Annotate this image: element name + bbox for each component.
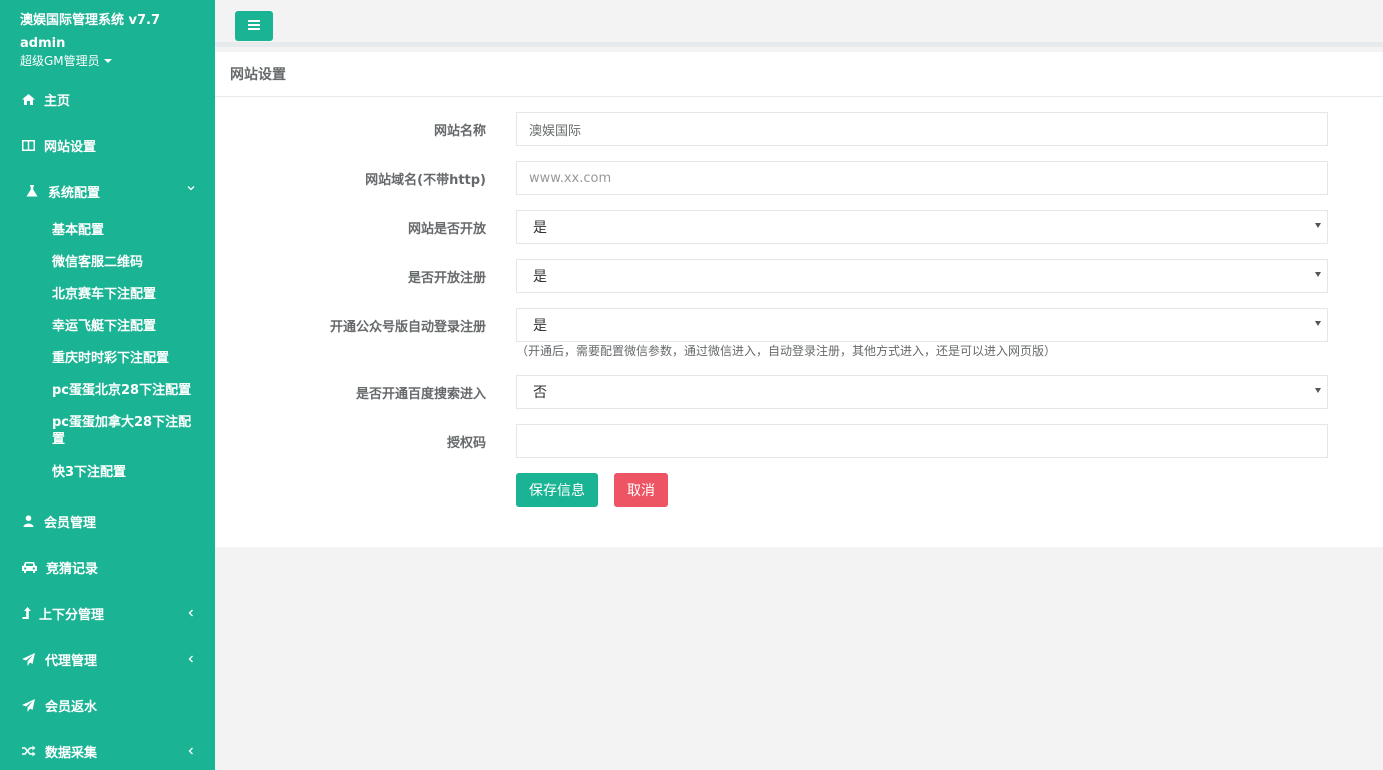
paper-plane-icon xyxy=(20,652,37,666)
nav-item-data-collect[interactable]: 数据采集 xyxy=(0,728,215,770)
home-icon xyxy=(20,92,36,106)
dropdown-arrow-icon xyxy=(1315,388,1321,393)
nav-label-agents: 代理管理 xyxy=(45,653,98,669)
caret-down-icon xyxy=(103,59,112,63)
nav-label-rebate: 会员返水 xyxy=(45,699,98,715)
sub-item-wechat-qr[interactable]: 微信客服二维码 xyxy=(52,254,202,271)
role-dropdown[interactable]: 超级GM管理员 xyxy=(20,53,195,69)
role-label: 超级GM管理员 xyxy=(20,54,100,68)
nav-item-members[interactable]: 会员管理 xyxy=(0,498,215,544)
baidu-label: 是否开通百度搜索进入 xyxy=(355,387,486,402)
flask-icon xyxy=(24,184,40,198)
nav-label-bets: 竞猜记录 xyxy=(46,561,99,577)
nav-item-agents[interactable]: 代理管理 xyxy=(0,636,215,682)
random-icon xyxy=(20,744,37,758)
nav-item-bets[interactable]: 竞猜记录 xyxy=(0,544,215,590)
chevron-left-icon xyxy=(187,745,195,758)
domain-label: 网站域名(不带http) xyxy=(365,173,486,188)
nav-label-points: 上下分管理 xyxy=(39,607,105,623)
chevron-down-icon xyxy=(187,182,195,195)
nav-item-site-settings[interactable]: 网站设置 xyxy=(0,122,215,168)
sidebar: 澳娱国际管理系统 v7.7 admin 超级GM管理员 主页 网站设置 系统配置… xyxy=(0,0,215,770)
register-open-value: 是 xyxy=(533,269,547,285)
register-open-select[interactable]: 是 xyxy=(516,259,1328,293)
cancel-button[interactable]: 取消 xyxy=(614,473,668,507)
wechat-auto-help: （开通后，需要配置微信参数，通过微信进入，自动登录注册，其他方式进入，还是可以进… xyxy=(516,344,1057,358)
sub-item-lucky-boat[interactable]: 幸运飞艇下注配置 xyxy=(52,318,202,335)
baidu-select[interactable]: 否 xyxy=(516,375,1328,409)
nav-item-points[interactable]: 上下分管理 xyxy=(0,590,215,636)
auth-code-input[interactable] xyxy=(516,424,1328,458)
level-up-icon xyxy=(20,606,32,620)
dropdown-arrow-icon xyxy=(1315,223,1321,228)
user-icon xyxy=(20,514,36,528)
baidu-value: 否 xyxy=(533,385,547,401)
nav-item-home[interactable]: 主页 xyxy=(0,76,215,122)
site-name-input[interactable] xyxy=(516,112,1328,146)
nav-label-data-collect: 数据采集 xyxy=(45,745,98,761)
nav-label-site-settings: 网站设置 xyxy=(44,139,97,155)
nav-label-home: 主页 xyxy=(44,93,71,109)
site-open-label: 网站是否开放 xyxy=(407,222,486,237)
sub-item-pc-beijing[interactable]: pc蛋蛋北京28下注配置 xyxy=(52,382,202,399)
columns-icon xyxy=(20,138,36,152)
nav-label-system-config: 系统配置 xyxy=(48,185,101,201)
settings-panel: 网站设置 网站名称 网站域名(不带http) 网站是否开放 是 是否开放注册 是… xyxy=(215,52,1383,547)
domain-input[interactable] xyxy=(516,161,1328,195)
sidebar-toggle-button[interactable] xyxy=(235,11,273,41)
top-navbar xyxy=(215,0,1383,47)
hamburger-icon xyxy=(248,19,260,34)
site-name-label: 网站名称 xyxy=(433,124,486,139)
chevron-left-icon xyxy=(187,653,195,666)
nav-item-system-config[interactable]: 系统配置 xyxy=(0,168,215,214)
app-title: 澳娱国际管理系统 v7.7 xyxy=(20,13,161,28)
dropdown-arrow-icon xyxy=(1315,272,1321,277)
nav-label-members: 会员管理 xyxy=(44,515,97,531)
wechat-auto-label: 开通公众号版自动登录注册 xyxy=(329,320,486,335)
nav-item-rebate[interactable]: 会员返水 xyxy=(0,682,215,728)
sub-item-beijing-pk[interactable]: 北京赛车下注配置 xyxy=(52,286,202,303)
site-open-select[interactable]: 是 xyxy=(516,210,1328,244)
paper-plane-icon xyxy=(20,698,37,712)
chevron-left-icon xyxy=(187,607,195,620)
sub-item-pc-canada[interactable]: pc蛋蛋加拿大28下注配置 xyxy=(52,414,202,448)
auth-code-label: 授权码 xyxy=(446,436,486,451)
wechat-auto-select[interactable]: 是 xyxy=(516,308,1328,342)
save-button[interactable]: 保存信息 xyxy=(516,473,598,507)
dropdown-arrow-icon xyxy=(1315,321,1321,326)
profile-block: 澳娱国际管理系统 v7.7 admin 超级GM管理员 xyxy=(0,0,215,80)
car-icon xyxy=(20,560,38,574)
site-open-value: 是 xyxy=(533,220,547,236)
username: admin xyxy=(20,36,66,51)
wechat-auto-value: 是 xyxy=(533,318,547,334)
sub-item-basic[interactable]: 基本配置 xyxy=(52,222,202,239)
sub-item-chongqing[interactable]: 重庆时时彩下注配置 xyxy=(52,350,202,367)
register-open-label: 是否开放注册 xyxy=(407,271,486,286)
sub-item-k3[interactable]: 快3下注配置 xyxy=(52,464,202,481)
panel-title: 网站设置 xyxy=(215,52,1383,97)
